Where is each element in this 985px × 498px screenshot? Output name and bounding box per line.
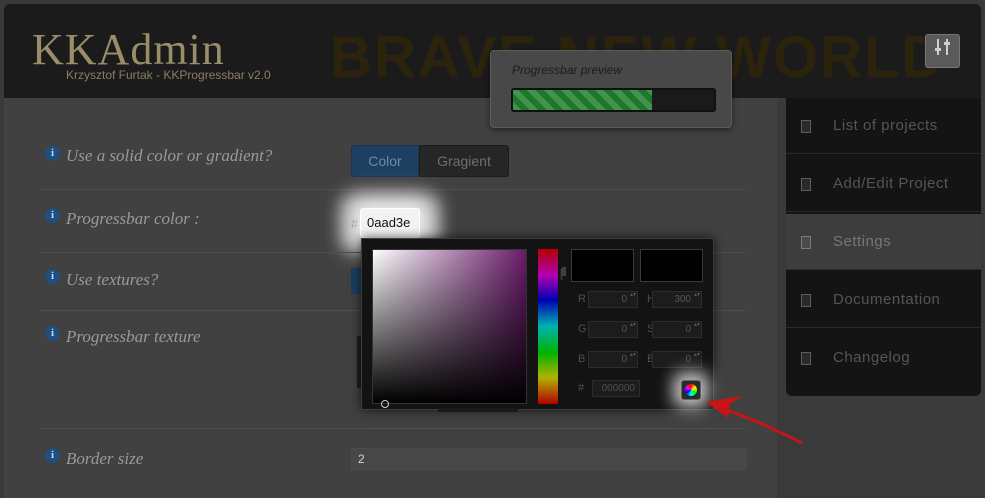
progressbar-color-input[interactable]: 0aad3e xyxy=(360,208,420,238)
sidebar-item-add-edit-project[interactable]: Add/Edit Project xyxy=(786,156,981,212)
color-option-button[interactable]: Color xyxy=(351,145,419,177)
document-icon xyxy=(801,352,811,365)
progressbar-texture-label: Progressbar texture xyxy=(66,327,201,346)
document-icon xyxy=(801,178,811,191)
sidebar-item-list-of-projects[interactable]: List of projects xyxy=(786,98,981,154)
b-field[interactable]: 0 xyxy=(588,351,638,368)
border-size-input[interactable]: 2 xyxy=(351,448,747,470)
field-label-r: R xyxy=(578,293,586,305)
sidebar-item-label: Documentation xyxy=(833,291,941,308)
use-textures-label: Use textures? xyxy=(66,270,159,289)
document-icon xyxy=(801,236,811,249)
sidebar-item-label: Settings xyxy=(833,233,892,250)
current-color-swatch xyxy=(640,249,703,282)
use-textures-toggle[interactable] xyxy=(351,268,361,294)
sidebar-item-label: Changelog xyxy=(833,349,911,366)
hex-label: # xyxy=(578,382,585,394)
sidebar-item-settings[interactable]: Settings xyxy=(786,214,981,270)
divider xyxy=(40,428,745,429)
field-label-g: G xyxy=(578,323,587,335)
info-icon: i xyxy=(45,146,60,161)
annotation-arrow xyxy=(706,396,803,445)
sidebar: List of projects Add/Edit Project Settin… xyxy=(786,98,981,396)
sliders-icon[interactable] xyxy=(925,34,960,68)
hue-marker-text: [ xyxy=(560,268,564,280)
saturation-value-square[interactable] xyxy=(372,249,527,408)
r-field[interactable]: 0 xyxy=(588,291,638,308)
gradient-option-button[interactable]: Gragient xyxy=(419,145,509,177)
sidebar-item-changelog[interactable]: Changelog xyxy=(786,330,981,386)
hash-prefix: # xyxy=(351,216,359,231)
s-field[interactable]: 0 xyxy=(652,321,702,338)
document-icon xyxy=(801,120,811,133)
preview-title: Progressbar preview xyxy=(512,63,623,77)
sliders-icon-svg xyxy=(934,39,950,55)
sidebar-item-label: Add/Edit Project xyxy=(833,175,949,192)
progressbar-color-label: Progressbar color : xyxy=(66,209,200,228)
border-size-label: Border size xyxy=(66,449,144,468)
g-field[interactable]: 0 xyxy=(588,321,638,338)
hex-field[interactable]: 000000 xyxy=(592,380,640,397)
info-icon: i xyxy=(45,208,60,223)
sidebar-item-documentation[interactable]: Documentation xyxy=(786,272,981,328)
app-subtitle: Krzysztof Furtak - KKProgressbar v2.0 xyxy=(66,68,271,82)
solid-or-gradient-label: Use a solid color or gradient? xyxy=(66,146,273,165)
color-wheel-button[interactable] xyxy=(681,380,701,400)
info-icon: i xyxy=(45,448,60,463)
brightness-field[interactable]: 0 xyxy=(652,351,702,368)
sidebar-item-label: List of projects xyxy=(833,117,938,134)
picker-cursor[interactable] xyxy=(381,400,389,408)
document-icon xyxy=(801,294,811,307)
picker-bottom-tab xyxy=(438,408,518,412)
h-field[interactable]: 300 xyxy=(652,291,702,308)
progressbar-preview-panel: Progressbar preview xyxy=(490,50,732,128)
info-icon: i xyxy=(45,326,60,341)
color-wheel-icon xyxy=(685,384,697,396)
hue-slider[interactable] xyxy=(538,249,558,404)
field-label-b: B xyxy=(578,353,586,365)
info-icon: i xyxy=(45,269,60,284)
progressbar-fill xyxy=(513,90,652,110)
new-color-swatch xyxy=(571,249,634,282)
divider xyxy=(40,189,745,190)
progressbar-track xyxy=(511,88,716,112)
